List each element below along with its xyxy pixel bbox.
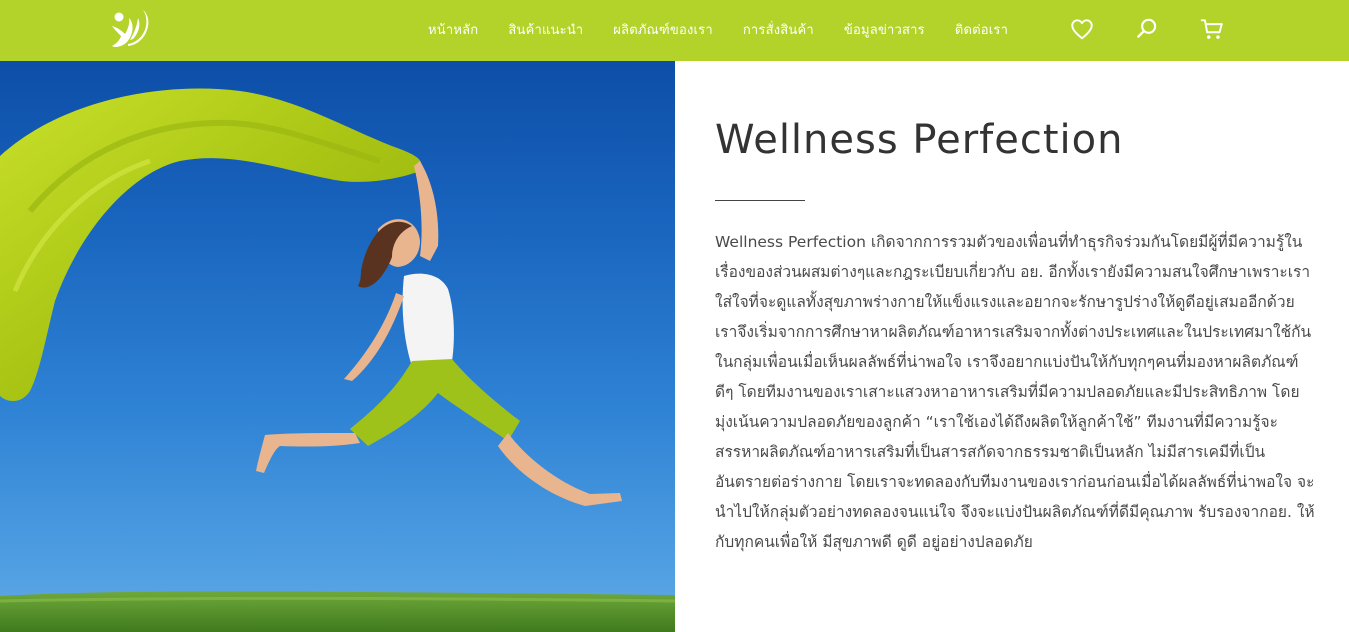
nav-item-home[interactable]: หน้าหลัก	[428, 19, 478, 40]
heart-icon[interactable]	[1069, 16, 1095, 42]
about-description: Wellness Perfection เกิดจากการรวมตัวของเ…	[715, 233, 1315, 551]
nav-item-recommended[interactable]: สินค้าแนะนำ	[508, 19, 583, 40]
about-title: Wellness Perfection	[715, 117, 1124, 163]
main-nav: หน้าหลัก สินค้าแนะนำ ผลิตภัณฑ์ของเรา การ…	[428, 0, 1038, 58]
cart-icon[interactable]	[1199, 16, 1225, 42]
top-navbar: หน้าหลัก สินค้าแนะนำ ผลิตภัณฑ์ของเรา การ…	[0, 0, 1349, 61]
search-icon[interactable]	[1134, 16, 1160, 42]
hero-image	[0, 61, 675, 632]
nav-item-news[interactable]: ข้อมูลข่าวสาร	[844, 19, 925, 40]
nav-item-contact[interactable]: ติดต่อเรา	[955, 19, 1008, 40]
hero-illustration	[0, 88, 675, 632]
title-divider	[715, 200, 805, 201]
nav-item-ordering[interactable]: การสั่งสินค้า	[743, 19, 814, 40]
brand-logo[interactable]	[106, 6, 154, 54]
nav-item-products[interactable]: ผลิตภัณฑ์ของเรา	[613, 19, 713, 40]
